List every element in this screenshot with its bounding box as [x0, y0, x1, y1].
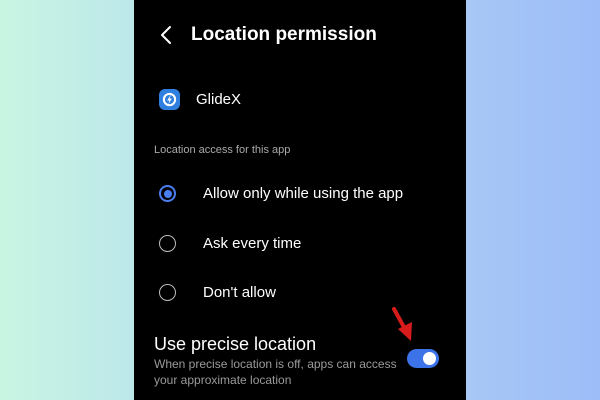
app-name: GlideX	[196, 91, 242, 108]
radio-button-selected[interactable]	[159, 185, 176, 202]
precise-location-description: When precise location is off, apps can a…	[154, 357, 397, 387]
toggle-knob	[423, 352, 436, 365]
red-arrow-annotation-icon	[392, 307, 412, 341]
back-button[interactable]	[154, 22, 178, 48]
precise-location-toggle[interactable]	[407, 349, 439, 368]
glidex-app-icon	[159, 89, 180, 110]
radio-button[interactable]	[159, 284, 176, 301]
option-label: Don't allow	[203, 284, 276, 301]
precise-location-title: Use precise location	[154, 334, 317, 354]
phone-screen: Location permission GlideX Location acce…	[134, 0, 466, 400]
option-label: Ask every time	[203, 235, 302, 252]
option-allow-while-using[interactable]: Allow only while using the app	[150, 177, 450, 211]
option-ask-every-time[interactable]: Ask every time	[150, 227, 450, 261]
option-label: Allow only while using the app	[203, 185, 404, 202]
radio-button[interactable]	[159, 235, 176, 252]
location-access-header: Location access for this app	[154, 144, 291, 156]
radio-dot	[163, 189, 172, 198]
page-title: Location permission	[191, 24, 377, 45]
chevron-left-icon	[161, 26, 171, 44]
